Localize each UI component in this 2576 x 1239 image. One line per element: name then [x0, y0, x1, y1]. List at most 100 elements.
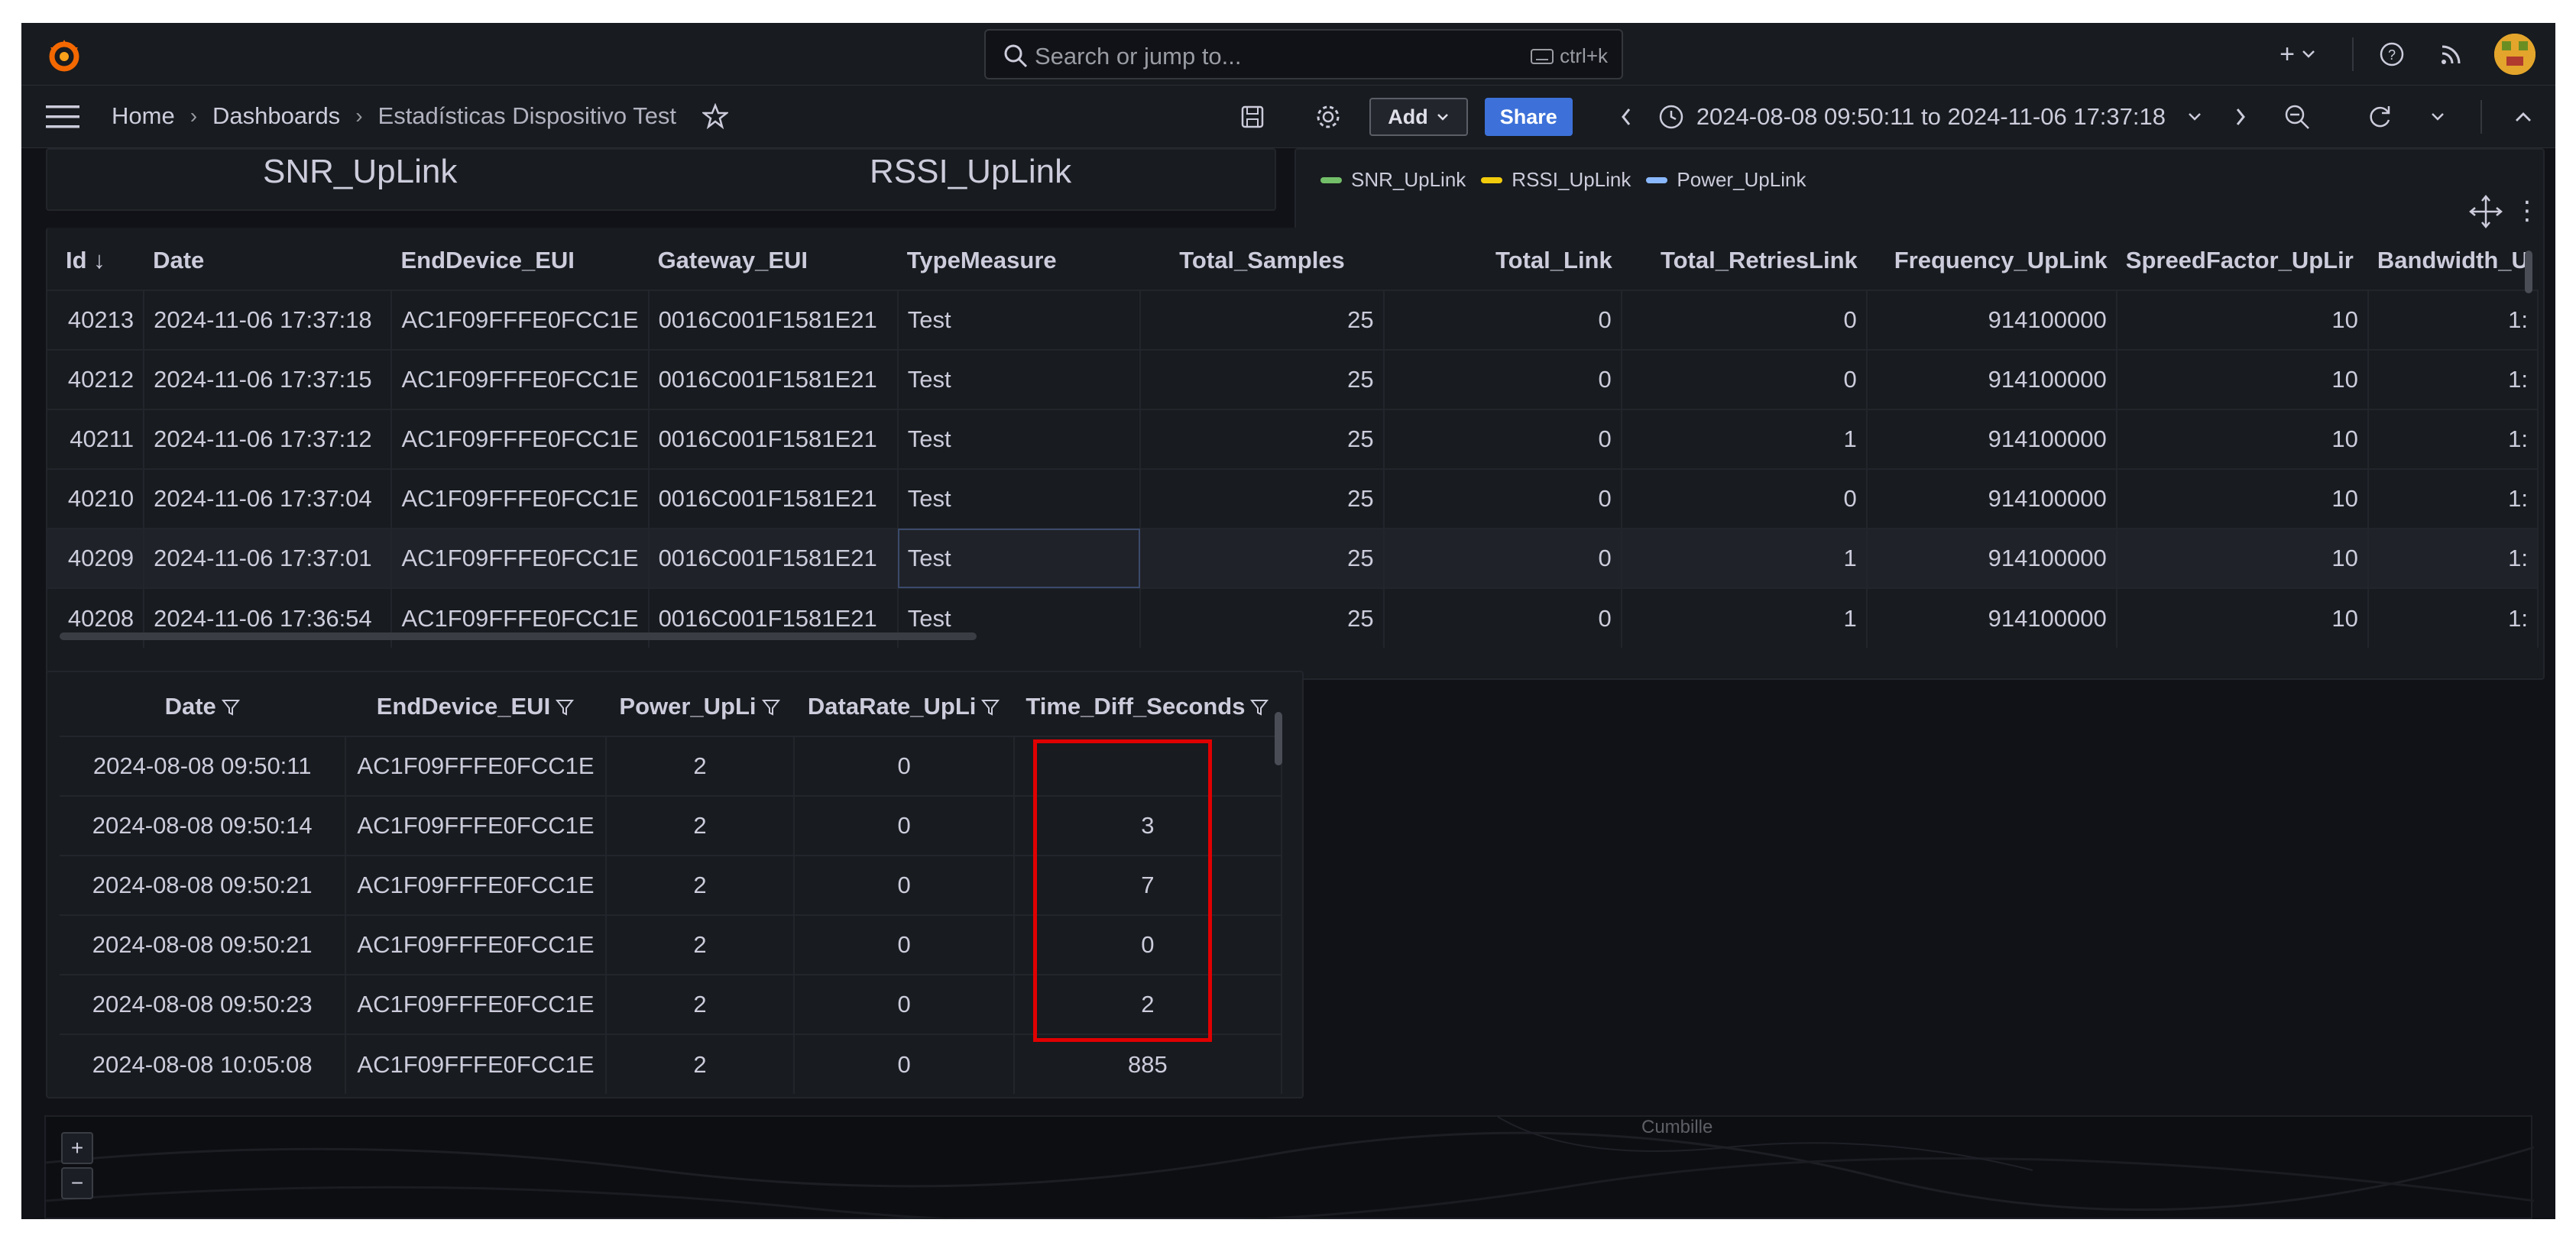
refresh-icon[interactable] [2366, 103, 2393, 131]
menu-icon[interactable] [46, 104, 79, 130]
map-place-label: Cumbille [1641, 1117, 1713, 1137]
plus-icon: + [2280, 39, 2295, 69]
sort-desc-icon: ↓ [93, 246, 105, 273]
column-header-datarate-uplink[interactable]: DataRate_UpLi [794, 677, 1013, 736]
search-bar[interactable]: Search or jump to... ctrl+k [984, 29, 1623, 79]
filter-icon[interactable] [555, 697, 575, 717]
column-header-bandwidth-uplink[interactable]: Bandwidth_U [2368, 231, 2538, 290]
measurements-table-panel: Id ↓ Date EndDevice_EUI Gateway_EUI Type… [46, 228, 2545, 680]
divider [2480, 100, 2482, 134]
column-header-typemeasure[interactable]: TypeMeasure [898, 231, 1141, 290]
top-bar: Search or jump to... ctrl+k + ? [21, 23, 2555, 86]
stat-panels: SNR_UpLink RSSI_UpLink [46, 148, 1276, 211]
legend-item-power[interactable]: Power_UpLink [1646, 168, 1806, 192]
breadcrumb-current: Estadísticas Dispositivo Test [377, 102, 677, 129]
snr-stat-title: SNR_UpLink [263, 153, 458, 190]
search-shortcut: ctrl+k [1531, 44, 1608, 68]
user-avatar[interactable] [2494, 34, 2535, 75]
map-zoom-out-button[interactable]: − [61, 1167, 93, 1199]
filter-icon[interactable] [761, 697, 781, 717]
divider [2352, 37, 2354, 71]
svg-text:?: ? [2388, 47, 2396, 63]
chevron-down-icon [1437, 114, 1448, 121]
map-panel[interactable] [44, 1115, 2535, 1219]
map-terrain-icon [45, 1116, 2535, 1219]
clock-icon [1659, 105, 1683, 129]
star-icon[interactable] [702, 103, 729, 129]
legend-item-snr[interactable]: SNR_UpLink [1320, 168, 1466, 192]
column-header-spreedfactor-uplink[interactable]: SpreedFactor_UpLir [2117, 231, 2368, 290]
gear-icon[interactable] [1314, 103, 1342, 131]
grafana-logo-icon[interactable] [44, 35, 84, 75]
column-header-enddevice-eui[interactable]: EndDevice_EUI [391, 231, 648, 290]
column-header-time-diff-seconds[interactable]: Time_Diff_Seconds [1014, 677, 1282, 736]
horizontal-scrollbar[interactable] [60, 632, 977, 640]
table-row[interactable]: 40211 2024-11-06 17:37:12 AC1F09FFFE0FCC1E… [47, 409, 2539, 469]
search-placeholder: Search or jump to... [1035, 43, 1242, 70]
chevron-right-icon: › [355, 104, 363, 128]
column-header-total-retrieslink[interactable]: Total_RetriesLink [1622, 231, 1867, 290]
breadcrumb-home[interactable]: Home [112, 102, 175, 130]
search-icon [1004, 44, 1028, 68]
column-header-total-samples[interactable]: Total_Samples [1140, 231, 1383, 290]
table-row-hovered[interactable]: 40209 2024-11-06 17:37:01 AC1F09FFFE0FCC1E… [47, 528, 2539, 588]
top-bar-actions: + ? [2247, 23, 2555, 86]
avatar-image-icon [2494, 34, 2535, 75]
time-range-picker[interactable]: 2024-08-08 09:50:11 to 2024-11-06 17:37:… [1658, 103, 2202, 131]
chevron-down-icon [2189, 113, 2201, 121]
keyboard-icon [1531, 48, 1554, 64]
table-row[interactable]: 40212 2024-11-06 17:37:15 AC1F09FFFE0FCC1E… [47, 349, 2539, 409]
chart-legend: SNR_UpLink RSSI_UpLink Power_UpLink [1320, 168, 1806, 192]
selected-cell[interactable]: Test [897, 528, 1142, 588]
vertical-scrollbar[interactable] [2525, 251, 2532, 293]
column-header-enddevice-eui[interactable]: EndDevice_EUI [345, 677, 605, 736]
dashboard-controls: Add Share 2024-08-08 09:50:11 to 2024-11… [1239, 86, 2555, 148]
column-header-frequency-uplink[interactable]: Frequency_UpLink [1867, 231, 2117, 290]
news-button[interactable] [2430, 33, 2473, 76]
breadcrumb: Home › Dashboards › Estadísticas Disposi… [112, 102, 729, 130]
chevron-up-icon[interactable] [2514, 111, 2532, 123]
column-header-id[interactable]: Id ↓ [47, 231, 144, 290]
add-button[interactable]: Add [1369, 98, 1468, 136]
legend-swatch [1646, 176, 1668, 183]
help-button[interactable]: ? [2370, 33, 2413, 76]
share-button[interactable]: Share [1484, 98, 1573, 136]
column-header-date[interactable]: Date [144, 231, 391, 290]
column-header-gateway-eui[interactable]: Gateway_EUI [649, 231, 898, 290]
chevron-down-icon[interactable] [2430, 112, 2445, 122]
table-row[interactable]: 40210 2024-11-06 17:37:04 AC1F09FFFE0FCC1E… [47, 468, 2539, 529]
column-header-total-link[interactable]: Total_Link [1384, 231, 1622, 290]
chevron-down-icon [2302, 50, 2315, 58]
measurements-table: Id ↓ Date EndDevice_EUI Gateway_EUI Type… [47, 231, 2539, 648]
more-vertical-icon[interactable]: ⋮ [2514, 196, 2540, 226]
legend-swatch [1320, 176, 1342, 183]
breadcrumb-dashboards[interactable]: Dashboards [212, 102, 340, 130]
legend-swatch [1481, 176, 1503, 183]
table-header-row: Id ↓ Date EndDevice_EUI Gateway_EUI Type… [47, 231, 2538, 290]
filter-icon[interactable] [1249, 697, 1269, 717]
move-icon[interactable] [2467, 192, 2505, 231]
vertical-scrollbar[interactable] [1275, 712, 1282, 765]
rss-icon [2442, 45, 2461, 64]
column-header-date[interactable]: Date [60, 677, 345, 736]
timeseries-panel [1294, 148, 2545, 240]
new-menu-button[interactable]: + [2263, 33, 2332, 76]
filter-icon[interactable] [980, 697, 1000, 717]
time-range-label: 2024-08-08 09:50:11 to 2024-11-06 17:37:… [1696, 103, 2166, 130]
map-zoom-in-button[interactable]: + [61, 1132, 93, 1164]
grafana-app: Search or jump to... ctrl+k + ? Home › D… [21, 23, 2555, 1219]
chevron-right-icon[interactable] [2233, 106, 2248, 128]
chevron-right-icon: › [190, 104, 198, 128]
table-row[interactable]: 40213 2024-11-06 17:37:18 AC1F09FFFE0FCC1E… [47, 290, 2539, 350]
legend-item-rssi[interactable]: RSSI_UpLink [1481, 168, 1631, 192]
table-row[interactable]: 2024-08-08 10:05:08 AC1F09FFFE0FCC1E 2 0 885 [60, 1034, 1283, 1094]
rssi-stat-title: RSSI_UpLink [870, 153, 1072, 190]
column-header-power-uplink[interactable]: Power_UpLi [606, 677, 795, 736]
table-header-row: Date EndDevice_EUI Power_UpLi DataRate_U… [60, 677, 1282, 736]
filter-icon[interactable] [221, 697, 241, 717]
save-icon[interactable] [1239, 104, 1265, 130]
help-icon: ? [2380, 42, 2404, 66]
chevron-left-icon[interactable] [1619, 106, 1634, 128]
zoom-out-icon[interactable] [2283, 103, 2311, 131]
highlight-annotation [1033, 739, 1212, 1042]
